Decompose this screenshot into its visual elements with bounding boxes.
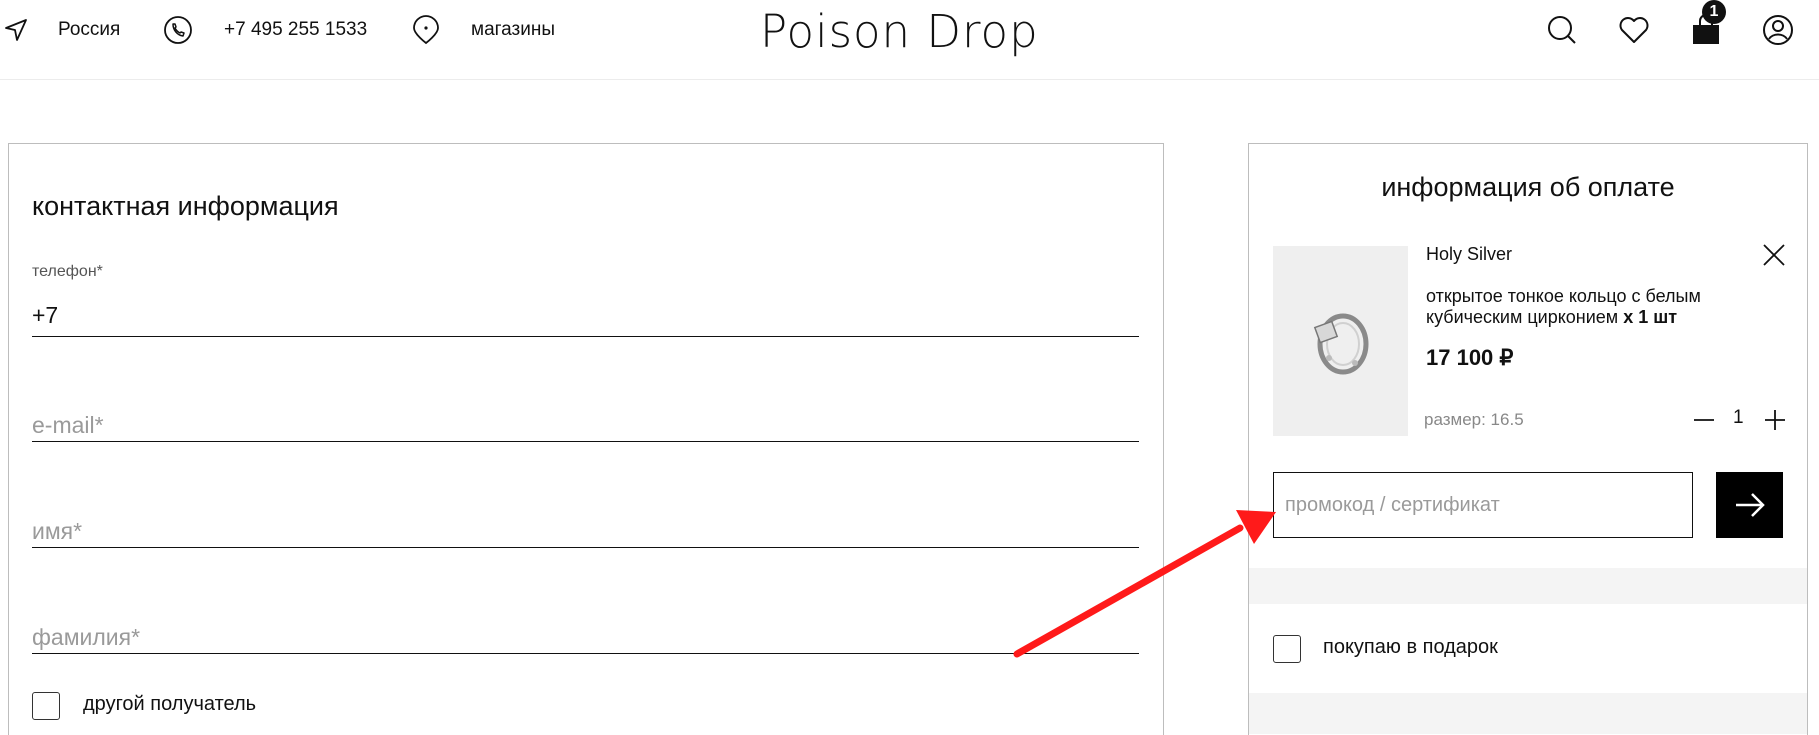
phone-link[interactable]: +7 495 255 1533 xyxy=(224,0,367,60)
heart-icon[interactable] xyxy=(1618,14,1650,46)
product-description: открытое тонкое кольцо с белым кубически… xyxy=(1426,286,1746,328)
search-icon[interactable] xyxy=(1546,14,1578,46)
name-field-placeholder[interactable]: имя* xyxy=(32,518,82,545)
gift-label: покупаю в подарок xyxy=(1323,636,1498,658)
other-recipient-label: другой получатель xyxy=(83,693,257,715)
contact-info-panel xyxy=(8,143,1164,735)
close-icon[interactable] xyxy=(1761,242,1787,268)
cart-count-badge: 1 xyxy=(1702,0,1726,24)
product-image[interactable] xyxy=(1273,246,1408,436)
other-recipient-checkbox[interactable] xyxy=(32,692,60,720)
product-brand[interactable]: Holy Silver xyxy=(1426,244,1512,265)
payment-section-title: информация об оплате xyxy=(1381,172,1675,202)
product-price: 17 100 ₽ xyxy=(1426,345,1514,370)
product-size: размер: 16.5 xyxy=(1424,410,1524,429)
stores-link[interactable]: магазины xyxy=(471,0,555,60)
phone-field-value[interactable]: +7 xyxy=(32,302,58,329)
location-arrow-icon[interactable] xyxy=(0,14,32,46)
phone-icon xyxy=(162,14,194,46)
logo[interactable]: Poison Drop xyxy=(760,4,1060,60)
user-icon[interactable] xyxy=(1762,14,1794,46)
quantity-value: 1 xyxy=(1733,407,1744,428)
product-quantity-text: x 1 шт xyxy=(1623,307,1678,327)
ring-icon xyxy=(1313,313,1369,375)
arrow-right-icon xyxy=(1735,493,1765,517)
surname-field[interactable] xyxy=(32,653,1139,654)
contact-section-title: контактная информация xyxy=(32,191,339,221)
minus-icon[interactable] xyxy=(1693,407,1715,433)
gift-checkbox[interactable] xyxy=(1273,635,1301,663)
site-header: Россия +7 495 255 1533 магазины Poison D… xyxy=(0,0,1819,80)
surname-field-placeholder[interactable]: фамилия* xyxy=(32,624,140,651)
divider-band xyxy=(1249,693,1807,734)
promo-code-input[interactable] xyxy=(1273,472,1693,538)
region-link[interactable]: Россия xyxy=(58,0,120,60)
phone-label: телефон* xyxy=(32,263,103,280)
name-field[interactable] xyxy=(32,547,1139,548)
map-pin-icon xyxy=(410,14,442,46)
plus-icon[interactable] xyxy=(1763,407,1787,433)
promo-apply-button[interactable] xyxy=(1716,472,1783,538)
phone-field[interactable] xyxy=(32,336,1139,337)
divider-band xyxy=(1249,568,1807,604)
email-field-placeholder[interactable]: e-mail* xyxy=(32,412,104,439)
email-field[interactable] xyxy=(32,441,1139,442)
